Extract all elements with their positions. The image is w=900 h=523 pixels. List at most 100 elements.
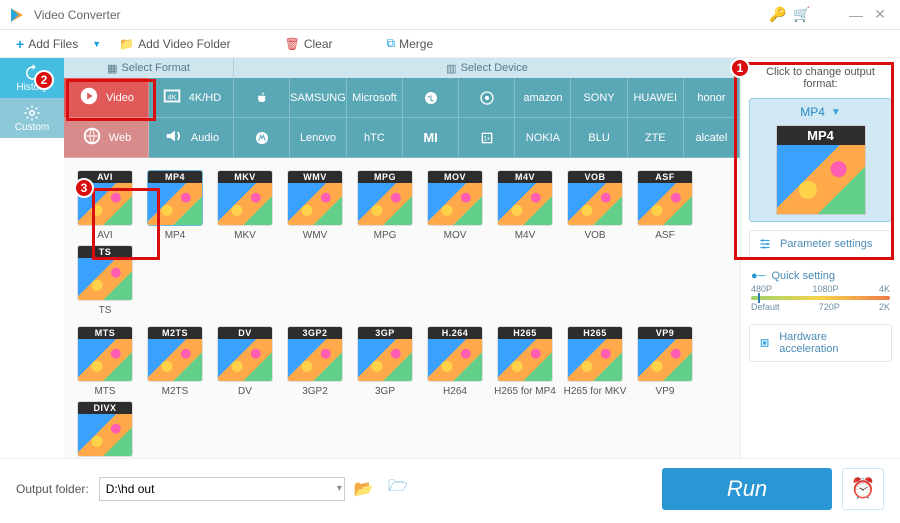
category-hd[interactable]: 4K4K/HD [149, 78, 234, 118]
brand-amazon[interactable]: amazon [515, 78, 571, 118]
video-icon [78, 85, 100, 110]
svg-text:4K: 4K [167, 93, 176, 102]
format-MP4[interactable]: MP4MP4 [140, 168, 210, 243]
format-DIVX[interactable]: DIVXDIVX [70, 399, 140, 458]
brand-r2-4[interactable]: 1+ [459, 118, 515, 158]
quality-slider[interactable] [751, 296, 890, 300]
quick-setting-label: Quick setting [771, 270, 835, 282]
brand-r1-3[interactable] [403, 78, 459, 118]
annotation-badge-3: 3 [74, 178, 94, 198]
brand-SAMSUNG[interactable]: SAMSUNG [290, 78, 347, 118]
lg-icon [479, 90, 495, 106]
select-format-tab[interactable]: ▦ Select Format [64, 58, 234, 78]
app-logo-icon [8, 6, 26, 24]
format-MTS[interactable]: MTSMTS [70, 324, 140, 399]
brand-r2-3[interactable]: MI [403, 118, 459, 158]
clear-button[interactable]: 🗑 Clear [279, 37, 339, 51]
chip-icon [758, 336, 771, 350]
brand-HUAWEI[interactable]: HUAWEI [628, 78, 684, 118]
format-H265-for-MP4[interactable]: H265H265 for MP4 [490, 324, 560, 399]
add-folder-label: Add Video Folder [138, 37, 231, 51]
format-MPG[interactable]: MPGMPG [350, 168, 420, 243]
annotation-badge-1: 1 [730, 58, 750, 78]
format-H265-for-MKV[interactable]: H265H265 for MKV [560, 324, 630, 399]
scheduler-button[interactable]: ⏰ [842, 468, 884, 510]
brand-BLU[interactable]: BLU [571, 118, 627, 158]
category-grid: Video4K4K/HD SAMSUNGMicrosoft amazonSONYHU… [64, 78, 740, 158]
right-panel: Click to change output format: MP4 ▼ MP4… [740, 58, 900, 458]
key-icon[interactable]: 🔑 [766, 6, 790, 23]
quick-setting: ●─Quick setting 480P1080P4K Default720P2… [749, 266, 892, 316]
main-toolbar: + Add Files ▼ 📁 Add Video Folder 🗑 Clear… [0, 30, 900, 58]
brand-ZTE[interactable]: ZTE [628, 118, 684, 158]
format-VP9[interactable]: VP9VP9 [630, 324, 700, 399]
brand-honor[interactable]: honor [684, 78, 740, 118]
format-DV[interactable]: DVDV [210, 324, 280, 399]
format-TS[interactable]: TSTS [70, 243, 140, 318]
hd-icon: 4K [161, 85, 183, 110]
output-folder-input[interactable] [99, 477, 345, 501]
dropdown-caret-icon[interactable]: ▼ [92, 39, 101, 49]
parameter-settings-button[interactable]: Parameter settings [749, 230, 892, 258]
brand-hTC[interactable]: hTC [347, 118, 403, 158]
add-folder-button[interactable]: 📁 Add Video Folder [113, 37, 236, 51]
folder-icon: 📁 [119, 37, 134, 51]
category-web[interactable]: Web [64, 118, 149, 158]
category-video[interactable]: Video [64, 78, 149, 118]
format-M2TS[interactable]: M2TSM2TS [140, 324, 210, 399]
minimize-button[interactable]: — [844, 7, 868, 23]
history-button[interactable]: History [0, 58, 64, 98]
category-audio[interactable]: Audio [149, 118, 234, 158]
custom-button[interactable]: Custom [0, 98, 64, 138]
audio-icon [163, 125, 185, 150]
format-VOB[interactable]: VOBVOB [560, 168, 630, 243]
sliders-icon [758, 237, 772, 251]
apple-icon [254, 90, 270, 106]
output-format-title: Click to change output format: [749, 66, 892, 90]
add-files-label: Add Files [28, 37, 78, 51]
brand-NOKIA[interactable]: NOKIA [515, 118, 571, 158]
annotation-badge-2: 2 [34, 70, 54, 90]
hardware-acceleration-label: Hardware acceleration [779, 331, 883, 355]
brand-Lenovo[interactable]: Lenovo [290, 118, 347, 158]
select-device-tab[interactable]: ▥ Select Device [234, 58, 740, 78]
format-H264[interactable]: H.264H264 [420, 324, 490, 399]
brand-r1-4[interactable] [459, 78, 515, 118]
format-3GP[interactable]: 3GP3GP [350, 324, 420, 399]
brand-SONY[interactable]: SONY [571, 78, 627, 118]
bottom-bar: Output folder: ▾ 📂 🗁 Run ⏰ [0, 458, 900, 518]
format-M4V[interactable]: M4VM4V [490, 168, 560, 243]
parameter-settings-label: Parameter settings [780, 238, 872, 250]
brand-alcatel[interactable]: alcatel [684, 118, 740, 158]
select-device-label: Select Device [461, 62, 528, 74]
run-button[interactable]: Run [662, 468, 832, 510]
gear-icon [23, 104, 41, 122]
run-label: Run [727, 476, 767, 502]
output-format-tag: MP4 [777, 126, 865, 145]
plus-icon: + [16, 36, 24, 52]
format-MOV[interactable]: MOVMOV [420, 168, 490, 243]
web-icon [81, 125, 103, 150]
output-format-selector[interactable]: MP4 ▼ MP4 [749, 98, 892, 222]
close-button[interactable]: ✕ [868, 6, 892, 23]
brand-r2-0[interactable] [234, 118, 290, 158]
cart-icon[interactable]: 🛒 [790, 6, 814, 23]
clear-label: Clear [304, 37, 333, 51]
add-files-button[interactable]: + Add Files ▼ [10, 36, 107, 52]
select-format-label: Select Format [121, 62, 189, 74]
brand-Microsoft[interactable]: Microsoft [347, 78, 403, 118]
merge-button[interactable]: ⧉ Merge [381, 36, 440, 51]
format-ASF[interactable]: ASFASF [630, 168, 700, 243]
title-bar: Video Converter 🔑 🛒 — ✕ [0, 0, 900, 30]
motorola-icon [254, 130, 270, 146]
open-folder-button[interactable]: 📂 [352, 479, 376, 499]
format-WMV[interactable]: WMVWMV [280, 168, 350, 243]
lg-icon [423, 90, 439, 106]
format-thumbnails: AVIAVIMP4MP4MKVMKVWMVWMVMPGMPGMOVMOVM4VM… [64, 158, 740, 458]
format-3GP2[interactable]: 3GP23GP2 [280, 324, 350, 399]
hardware-acceleration-button[interactable]: Hardware acceleration [749, 324, 892, 362]
format-MKV[interactable]: MKVMKV [210, 168, 280, 243]
browse-folder-button[interactable]: 🗁 [386, 475, 410, 502]
brand-r1-0[interactable] [234, 78, 290, 118]
oneplus-icon: 1+ [479, 130, 495, 146]
